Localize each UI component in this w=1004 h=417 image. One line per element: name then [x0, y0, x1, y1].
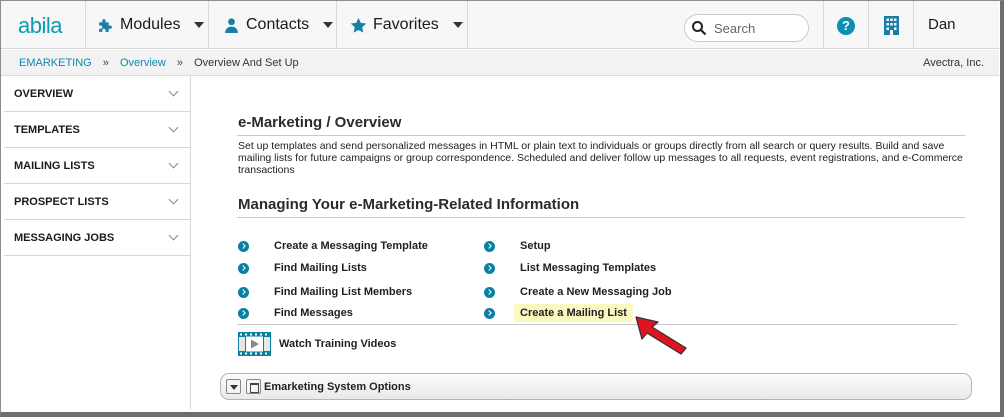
link-setup[interactable]: Setup [484, 240, 551, 252]
link-label: Find Mailing Lists [274, 262, 367, 274]
chevron-down-icon [168, 230, 179, 241]
link-label: Find Messages [274, 307, 353, 319]
red-pointer-arrow-icon [635, 316, 687, 355]
main-content: e-Marketing / Overview Set up templates … [192, 76, 999, 409]
nav-divider [823, 1, 824, 49]
nav-divider [467, 1, 468, 49]
sidebar-item-mailing-lists[interactable]: MAILING LISTS [4, 148, 190, 184]
page-description: Set up templates and send personalized m… [238, 140, 963, 176]
window-icon[interactable] [246, 379, 261, 394]
favorites-label: Favorites [373, 16, 439, 33]
link-create-messaging-template[interactable]: Create a Messaging Template [238, 240, 428, 252]
breadcrumb-overview[interactable]: Overview [120, 57, 166, 69]
film-icon [238, 332, 271, 356]
top-nav: abila Modules Contacts Favorites ? [1, 1, 999, 49]
divider [237, 135, 965, 136]
divider [237, 217, 965, 218]
sidebar-item-overview[interactable]: OVERVIEW [4, 76, 190, 112]
section-title: Managing Your e-Marketing-Related Inform… [238, 196, 580, 213]
link-label-highlighted: Create a Mailing List [514, 304, 633, 322]
link-label: Watch Training Videos [279, 338, 397, 350]
link-label: Find Mailing List Members [274, 286, 413, 298]
breadcrumb-bar: EMARKETING » Overview » Overview And Set… [1, 50, 999, 76]
nav-divider [868, 1, 869, 49]
link-watch-training-videos[interactable]: Watch Training Videos [238, 332, 396, 356]
breadcrumb-current: Overview And Set Up [194, 57, 299, 69]
breadcrumb-emarketing[interactable]: EMARKETING [19, 57, 92, 69]
favorites-menu[interactable]: Favorites [350, 1, 463, 49]
sidebar-item-messaging-jobs[interactable]: MESSAGING JOBS [4, 220, 190, 256]
emarketing-system-options-panel[interactable]: Emarketing System Options [220, 373, 972, 400]
user-menu[interactable]: Dan [928, 16, 956, 33]
arrow-circle-icon [238, 262, 249, 274]
link-create-mailing-list[interactable]: Create a Mailing List [484, 304, 633, 322]
arrow-circle-icon [238, 240, 249, 252]
help-icon[interactable]: ? [837, 17, 855, 35]
arrow-circle-icon [484, 240, 495, 252]
page-title: e-Marketing / Overview [238, 114, 402, 131]
breadcrumb-separator: » [102, 57, 109, 69]
chevron-down-icon [168, 86, 179, 97]
nav-divider [85, 1, 86, 49]
chevron-down-icon [323, 22, 334, 28]
modules-label: Modules [120, 16, 181, 33]
chevron-down-icon [168, 158, 179, 169]
sidebar-item-templates[interactable]: TEMPLATES [4, 112, 190, 148]
contacts-label: Contacts [246, 16, 310, 33]
modules-menu[interactable]: Modules [97, 1, 205, 49]
arrow-circle-icon [484, 307, 495, 319]
options-panel-label: Emarketing System Options [264, 380, 411, 393]
search-input[interactable] [714, 20, 804, 36]
link-label: List Messaging Templates [520, 262, 657, 274]
sidebar-item-label: MAILING LISTS [14, 159, 95, 172]
building-icon[interactable] [883, 15, 900, 36]
breadcrumb: EMARKETING » Overview » Overview And Set… [19, 57, 299, 69]
arrow-circle-icon [484, 286, 495, 298]
chevron-down-icon [168, 194, 179, 205]
chevron-down-icon [194, 22, 205, 28]
chevron-down-icon [168, 122, 179, 133]
organization-name: Avectra, Inc. [923, 57, 984, 69]
nav-divider [208, 1, 209, 49]
link-find-messages[interactable]: Find Messages [238, 307, 353, 319]
contacts-menu[interactable]: Contacts [223, 1, 334, 49]
sidebar-item-label: PROSPECT LISTS [14, 195, 109, 208]
breadcrumb-separator: » [176, 57, 184, 69]
arrow-circle-icon [238, 307, 249, 319]
person-icon [225, 17, 238, 33]
search-icon [692, 21, 707, 36]
link-label: Create a Messaging Template [274, 240, 428, 252]
sidebar-item-label: MESSAGING JOBS [14, 231, 115, 244]
chevron-down-icon [452, 22, 463, 28]
sidebar-item-prospect-lists[interactable]: PROSPECT LISTS [4, 184, 190, 220]
abila-logo[interactable]: abila [18, 13, 62, 39]
nav-divider [913, 1, 914, 49]
link-find-mailing-list-members[interactable]: Find Mailing List Members [238, 286, 412, 298]
nav-divider [336, 1, 337, 49]
arrow-circle-icon [484, 262, 495, 274]
link-list-messaging-templates[interactable]: List Messaging Templates [484, 262, 656, 274]
link-create-new-messaging-job[interactable]: Create a New Messaging Job [484, 286, 672, 298]
search-box[interactable] [684, 14, 809, 42]
link-label: Create a New Messaging Job [520, 286, 672, 298]
divider [237, 324, 957, 325]
sidebar: OVERVIEW TEMPLATES MAILING LISTS PROSPEC… [4, 76, 191, 409]
puzzle-icon [99, 18, 112, 32]
link-find-mailing-lists[interactable]: Find Mailing Lists [238, 262, 367, 274]
arrow-circle-icon [238, 286, 249, 298]
collapse-toggle-icon[interactable] [226, 379, 241, 394]
link-label: Setup [520, 240, 551, 252]
sidebar-item-label: OVERVIEW [14, 87, 74, 100]
sidebar-item-label: TEMPLATES [14, 123, 80, 136]
star-icon [350, 17, 367, 33]
